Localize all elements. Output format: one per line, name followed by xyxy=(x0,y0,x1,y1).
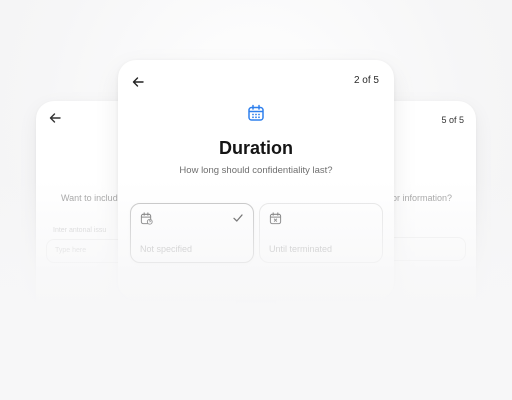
step-indicator: 2 of 5 xyxy=(353,75,379,86)
field-label: Inter antonal issu xyxy=(53,227,107,234)
input-placeholder: Type here xyxy=(55,247,87,254)
step-indicator: 5 of 5 xyxy=(441,115,464,125)
duration-question-card: 2 of 5 Duration How long should confiden… xyxy=(118,60,394,300)
check-icon xyxy=(233,214,243,222)
question-text: Want to include xyxy=(61,193,123,203)
page-title: Duration xyxy=(219,138,293,158)
option-label: Until terminated xyxy=(269,244,333,254)
calendar-question-icon xyxy=(140,212,153,225)
option-until-terminated[interactable]: Until terminated xyxy=(259,203,383,263)
option-label: Not specified xyxy=(140,244,193,254)
calendar-x-icon xyxy=(269,212,282,225)
back-arrow-icon[interactable] xyxy=(131,75,145,89)
calendar-icon xyxy=(248,104,264,121)
question-text: or information? xyxy=(391,193,452,203)
onboarding-stage: Want to include Inter antonal issu Type … xyxy=(0,0,512,400)
option-not-specified[interactable]: Not specified xyxy=(130,203,254,263)
back-arrow-icon[interactable] xyxy=(48,111,62,125)
page-subtitle: How long should confidentiality last? xyxy=(179,165,333,176)
